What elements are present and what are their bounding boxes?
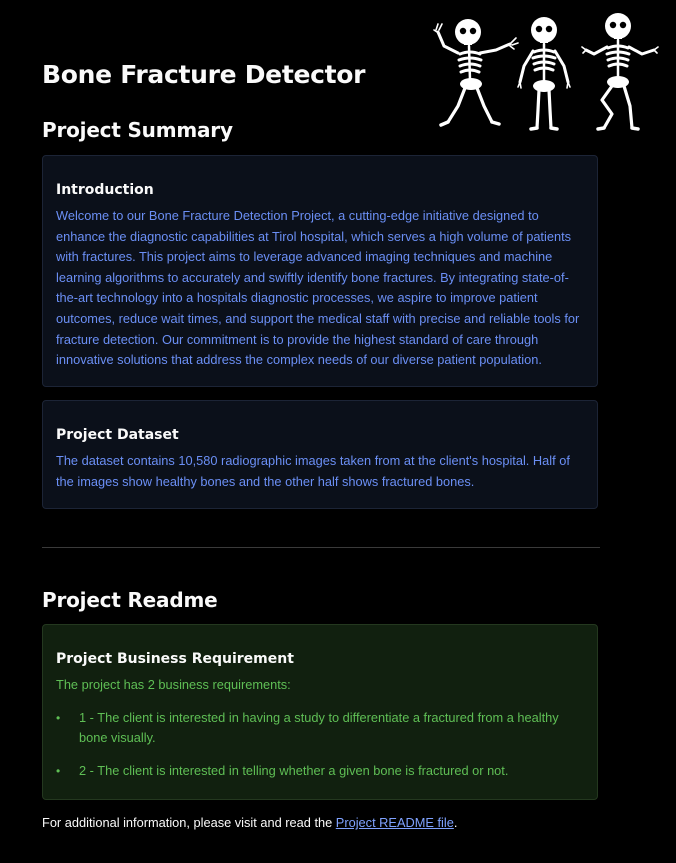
project-readme-heading: Project Readme — [42, 588, 218, 612]
requirement-text: 2 - The client is interested in telling … — [79, 762, 509, 778]
footer-suffix: . — [453, 815, 458, 830]
introduction-info-box: Introduction Welcome to our Bone Fractur… — [42, 155, 598, 387]
introduction-text: Welcome to our Bone Fracture Detection P… — [56, 208, 580, 368]
list-item: • 2 - The client is interested in tellin… — [56, 761, 584, 782]
skeleton-3 — [581, 13, 659, 131]
skeleton-1 — [433, 19, 519, 127]
skeleton-2 — [517, 17, 571, 131]
dataset-title: Project Dataset — [56, 427, 179, 443]
list-item: • 1 - The client is interested in having… — [56, 708, 584, 749]
dancing-skeletons-image — [433, 13, 659, 131]
project-summary-heading: Project Summary — [42, 118, 233, 142]
introduction-title: Introduction — [56, 182, 154, 198]
requirements-intro: The project has 2 business requirements: — [56, 677, 291, 692]
readme-link[interactable]: Project README file — [336, 815, 454, 830]
footer-prefix: For additional information, please visit… — [42, 815, 336, 830]
business-requirements-box: Project Business Requirement The project… — [42, 624, 598, 800]
section-divider — [42, 547, 600, 548]
app-title: Bone Fracture Detector — [42, 60, 366, 89]
bullet-icon: • — [56, 710, 61, 725]
requirements-title: Project Business Requirement — [56, 651, 294, 667]
footer-note: For additional information, please visit… — [42, 814, 457, 832]
requirements-list: • 1 - The client is interested in having… — [56, 708, 584, 782]
dataset-text: The dataset contains 10,580 radiographic… — [56, 453, 570, 489]
dataset-info-box: Project Dataset The dataset contains 10,… — [42, 400, 598, 509]
bullet-icon: • — [56, 763, 61, 778]
requirement-text: 1 - The client is interested in having a… — [79, 709, 559, 746]
